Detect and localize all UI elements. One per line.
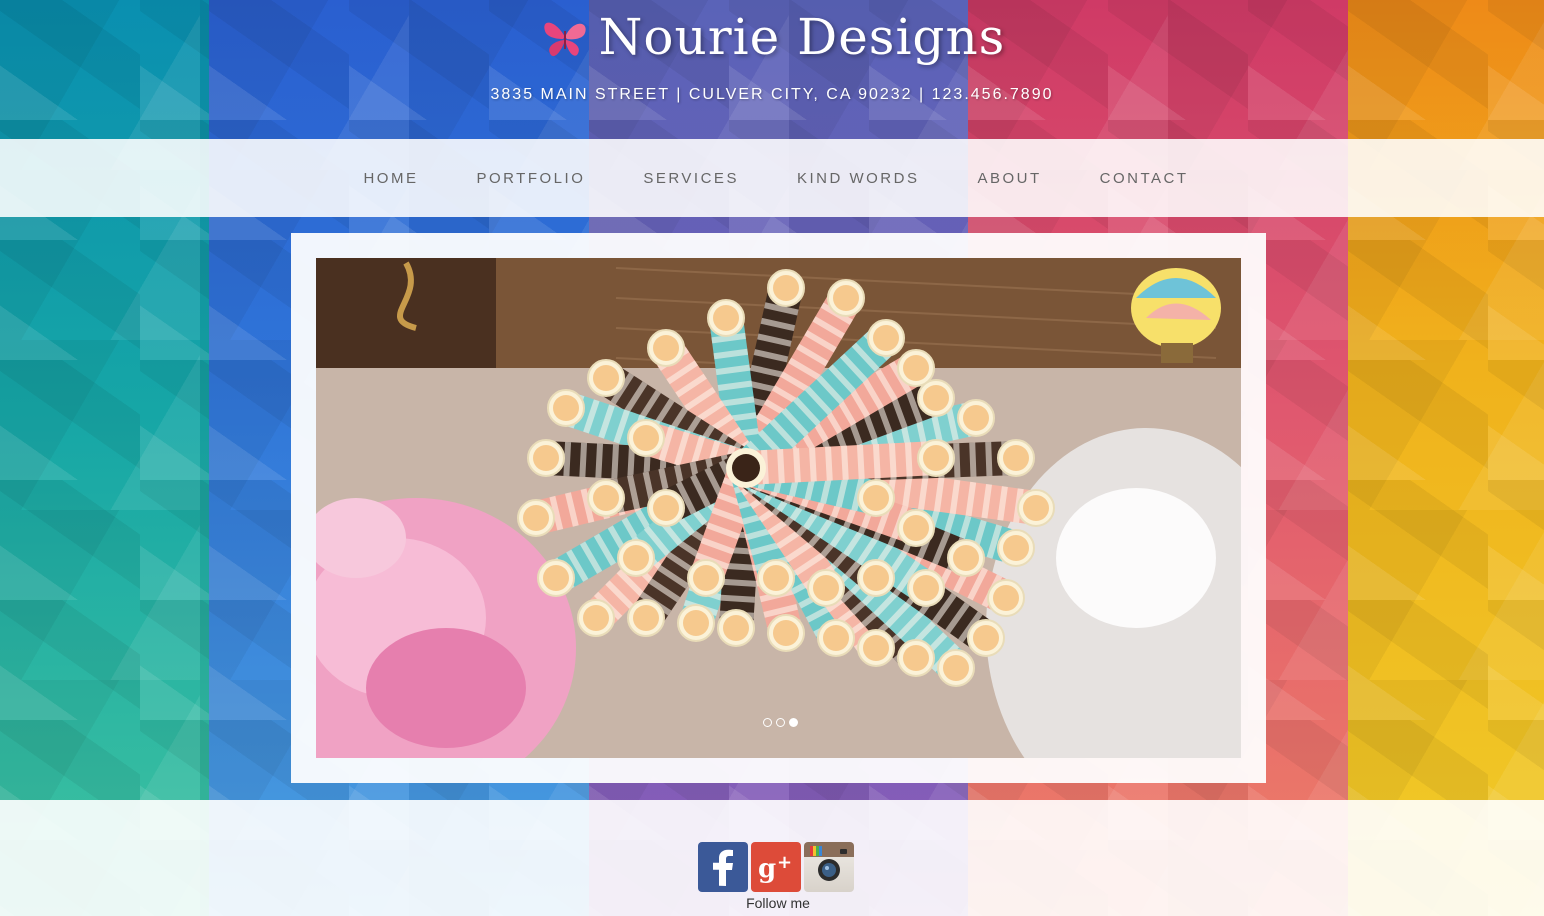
slider-dot-2[interactable] [776, 718, 785, 727]
svg-text:+: + [777, 852, 792, 873]
slider-dot-1[interactable] [763, 718, 772, 727]
social-links: g + [698, 842, 854, 892]
follow-me-label: Follow me [746, 895, 810, 911]
site-header: Nourie Designs 3835 MAIN STREET | CULVER… [0, 0, 1544, 139]
main-nav: HOME PORTFOLIO SERVICES KIND WORDS ABOUT… [0, 139, 1544, 217]
nav-contact[interactable]: CONTACT [1071, 170, 1218, 187]
contact-address: 3835 MAIN STREET | CULVER CITY, CA 90232… [490, 86, 1054, 103]
slider-dots [763, 718, 798, 727]
nav-kind-words[interactable]: KIND WORDS [768, 170, 949, 187]
nav-services[interactable]: SERVICES [614, 170, 768, 187]
site-title[interactable]: Nourie Designs [599, 8, 1006, 66]
butterfly-icon [539, 13, 591, 61]
slide-image[interactable] [316, 258, 1241, 758]
facebook-icon[interactable] [698, 842, 748, 892]
google-plus-icon[interactable]: g + [751, 842, 801, 892]
nav-about[interactable]: ABOUT [948, 170, 1070, 187]
site-footer: g + Follow me [0, 800, 1544, 916]
slider-dot-3[interactable] [789, 718, 798, 727]
instagram-icon[interactable] [804, 842, 854, 892]
nav-portfolio[interactable]: PORTFOLIO [447, 170, 614, 187]
image-slider [291, 233, 1266, 783]
brand: Nourie Designs [0, 8, 1544, 66]
svg-text:g: g [758, 854, 776, 884]
nav-home[interactable]: HOME [334, 170, 447, 187]
